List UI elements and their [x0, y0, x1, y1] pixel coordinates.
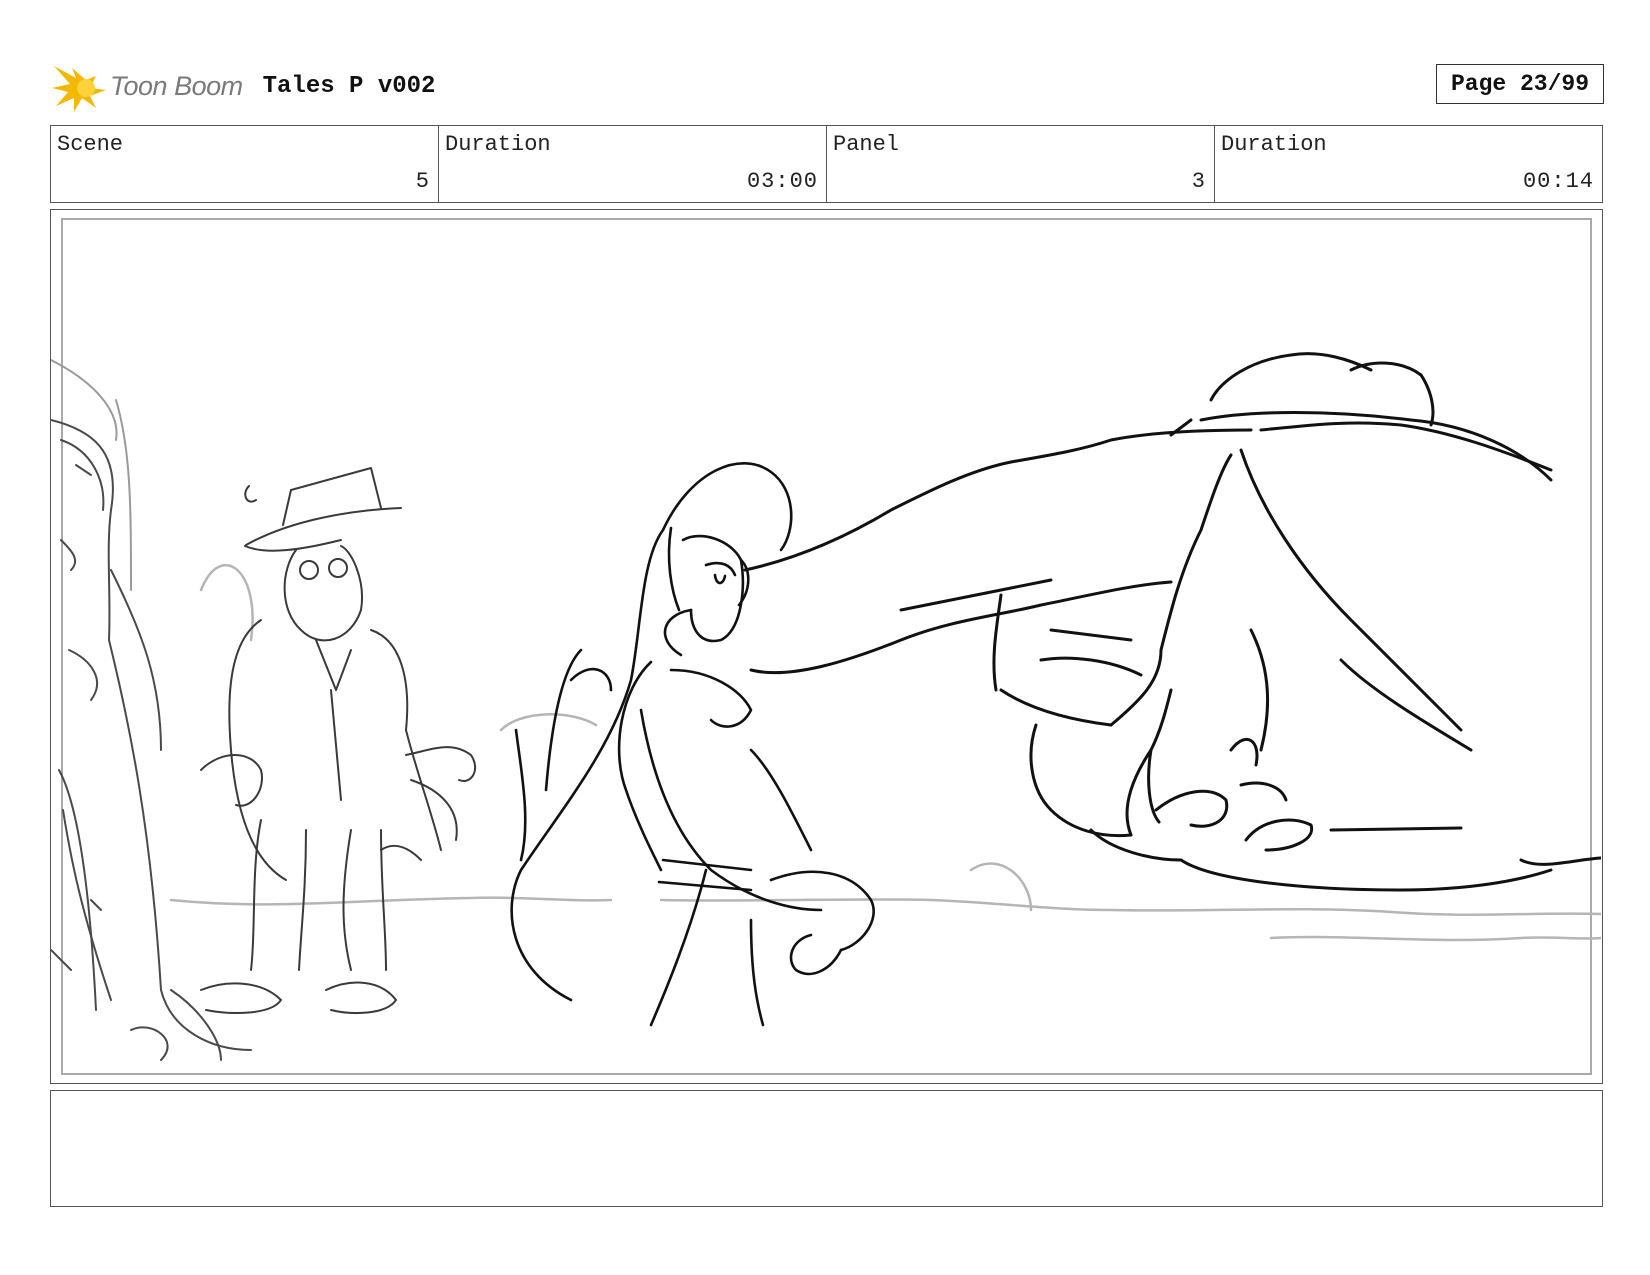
scene-cell: Scene 5: [51, 126, 439, 202]
page-number: Page 23/99: [1450, 71, 1590, 97]
panel-duration-label: Duration: [1221, 132, 1327, 157]
scene-info-table: Scene 5 Duration 03:00 Panel 3 Duration …: [50, 125, 1603, 203]
scene-label: Scene: [57, 132, 124, 157]
storyboard-header: Toon Boom Tales P v002: [52, 56, 435, 116]
scene-duration-cell: Duration 03:00: [439, 126, 827, 202]
storyboard-panel: [50, 209, 1603, 1084]
starburst-logo-icon: [52, 66, 106, 112]
panel-sketch: [51, 352, 1601, 1061]
page-number-box: Page 23/99: [1436, 64, 1604, 104]
scene-duration-value: 03:00: [746, 169, 818, 194]
panel-cell: Panel 3: [827, 126, 1215, 202]
scene-duration-label: Duration: [445, 132, 551, 157]
scene-value: 5: [415, 169, 430, 194]
snow-ground-sketch: [169, 563, 1601, 942]
toon-boom-logo: Toon Boom: [52, 56, 243, 116]
top-hat-man-sketch: [200, 467, 477, 1014]
panel-label: Panel: [833, 132, 900, 157]
project-title: Tales P v002: [262, 72, 436, 100]
giant-hand-lineart: [743, 352, 1601, 892]
panel-value: 3: [1191, 169, 1206, 194]
panel-duration-cell: Duration 00:14: [1215, 126, 1602, 202]
logo-text: Toon Boom: [110, 70, 243, 101]
panel-notes-box[interactable]: [50, 1090, 1603, 1207]
left-figure-sketch: [51, 359, 252, 1061]
panel-duration-value: 00:14: [1522, 169, 1594, 194]
